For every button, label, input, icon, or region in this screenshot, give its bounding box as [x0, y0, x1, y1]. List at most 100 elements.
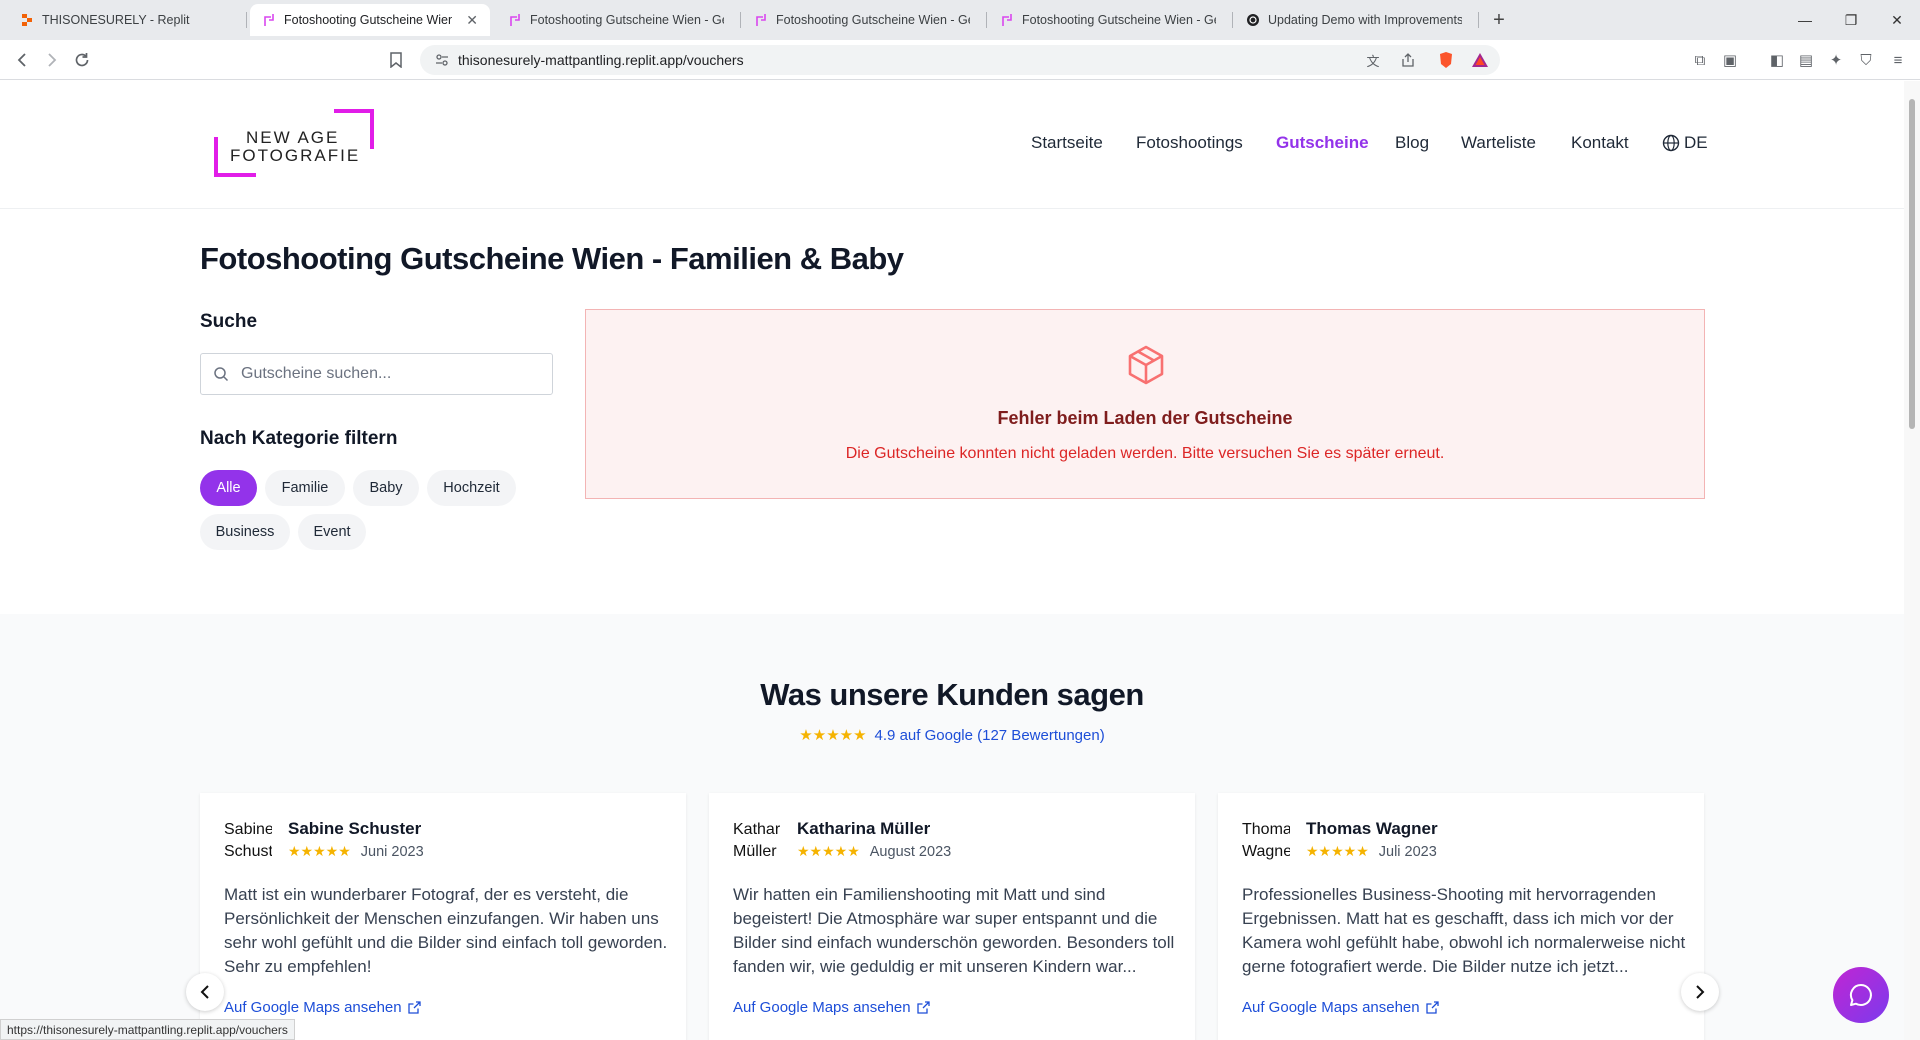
extensions-icon[interactable]: ⧉ — [1690, 50, 1710, 70]
page-scrollbar[interactable] — [1904, 81, 1920, 1040]
review-meta: ★★★★★ August 2023 — [797, 843, 951, 860]
google-maps-link-label: Auf Google Maps ansehen — [733, 999, 911, 1016]
avatar: Thomas Wagner — [1242, 821, 1290, 860]
reviewer-name: Sabine Schuster — [288, 819, 422, 838]
search-icon — [214, 367, 229, 382]
restore-icon[interactable]: ❐ — [1828, 0, 1874, 40]
nav-startseite[interactable]: Startseite — [1031, 133, 1103, 153]
browser-tab-active[interactable]: Fotoshooting Gutscheine Wien - ✕ — [250, 4, 490, 36]
nav-fotoshootings[interactable]: Fotoshootings — [1136, 133, 1243, 153]
translate-icon[interactable]: 文 — [1363, 50, 1383, 70]
logo-line1: NEW AGE — [246, 128, 340, 147]
browser-tab[interactable]: Fotoshooting Gutscheine Wien - Ges — [742, 4, 982, 36]
avatar: Sabine Schuster — [224, 821, 272, 860]
site-icon — [754, 13, 768, 27]
nav-gutscheine[interactable]: Gutscheine — [1276, 133, 1369, 153]
address-bar[interactable]: thisonesurely-mattpantling.replit.app/vo… — [420, 45, 1500, 75]
bookmark-icon[interactable] — [384, 48, 408, 72]
replit-icon — [20, 13, 34, 27]
google-rating-link[interactable]: 4.9 auf Google (127 Bewertungen) — [875, 727, 1105, 744]
site-icon — [508, 13, 522, 27]
back-icon[interactable] — [10, 48, 34, 72]
leo-ai-icon[interactable]: ✦ — [1826, 50, 1846, 70]
review-text: Matt ist ein wunderbarer Fotograf, der e… — [224, 885, 668, 976]
browser-tab[interactable]: Updating Demo with Improvements — [1234, 4, 1474, 36]
category-pill-hochzeit[interactable]: Hochzeit — [427, 470, 516, 506]
logo[interactable]: NEW AGE FOTOGRAFIE — [212, 108, 376, 178]
category-pill-event[interactable]: Event — [298, 514, 366, 550]
review-stars: ★★★★★ — [1306, 843, 1369, 859]
category-pill-alle[interactable]: Alle — [200, 470, 257, 506]
category-pill-baby[interactable]: Baby — [353, 470, 419, 506]
site-icon — [1000, 13, 1014, 27]
scrollbar-thumb[interactable] — [1909, 99, 1915, 429]
rating-stars: ★★★★★ — [799, 727, 867, 744]
review-text: Professionelles Business-Shooting mit he… — [1242, 885, 1686, 976]
search-label: Suche — [200, 311, 258, 332]
browser-tab[interactable]: THISONESURELY - Replit — [8, 4, 244, 36]
reviews-section: Was unsere Kunden sagen ★★★★★ 4.9 auf Go… — [0, 614, 1904, 1040]
search-input[interactable] — [241, 362, 541, 386]
reload-icon[interactable] — [70, 48, 94, 72]
google-maps-link-label: Auf Google Maps ansehen — [224, 999, 402, 1016]
nav-blog[interactable]: Blog — [1395, 133, 1429, 153]
review-meta: ★★★★★ Juli 2023 — [1306, 843, 1437, 860]
review-stars: ★★★★★ — [797, 843, 860, 859]
carousel-prev-button[interactable] — [186, 973, 224, 1011]
error-title: Fehler beim Laden der Gutscheine — [997, 408, 1293, 428]
google-maps-link[interactable]: Auf Google Maps ansehen — [224, 999, 421, 1016]
review-meta: ★★★★★ Juni 2023 — [288, 843, 424, 860]
brave-rewards-icon[interactable] — [1470, 50, 1490, 70]
tab-separator — [246, 12, 247, 28]
review-date: Juni 2023 — [360, 843, 424, 860]
status-bar-url: https://thisonesurely-mattpantling.repli… — [0, 1019, 295, 1040]
close-window-icon[interactable]: ✕ — [1874, 0, 1920, 40]
site-settings-icon[interactable] — [432, 50, 452, 70]
nav-warteliste[interactable]: Warteliste — [1461, 133, 1536, 153]
external-link-icon — [407, 1001, 421, 1014]
tab-search-icon[interactable]: ▣ — [1720, 50, 1740, 70]
browser-toolbar: thisonesurely-mattpantling.replit.app/vo… — [0, 40, 1920, 80]
brave-shield-icon[interactable] — [1436, 50, 1456, 70]
sidebar-icon[interactable]: ◧ — [1767, 50, 1787, 70]
google-maps-link[interactable]: Auf Google Maps ansehen — [1242, 999, 1439, 1016]
review-date: Juli 2023 — [1378, 843, 1437, 860]
menu-icon[interactable]: ≡ — [1888, 50, 1908, 70]
web-page: NEW AGE FOTOGRAFIE Startseite Fotoshooti… — [0, 81, 1904, 1040]
external-link-icon — [1425, 1001, 1439, 1014]
share-icon[interactable] — [1398, 50, 1418, 70]
vpn-icon[interactable]: ⛉ — [1856, 50, 1876, 70]
review-card: Thomas Wagner Thomas Wagner ★★★★★ Juli 2… — [1218, 793, 1704, 1040]
browser-tab[interactable]: Fotoshooting Gutscheine Wien - Ges — [496, 4, 736, 36]
tab-title: Fotoshooting Gutscheine Wien - Ges — [776, 13, 970, 27]
reviews-title: Was unsere Kunden sagen — [760, 677, 1144, 712]
chat-button[interactable] — [1833, 967, 1889, 1023]
review-date: August 2023 — [869, 843, 952, 860]
browser-tab[interactable]: Fotoshooting Gutscheine Wien - Ges — [988, 4, 1228, 36]
chevron-right-icon — [1696, 985, 1705, 999]
google-maps-link[interactable]: Auf Google Maps ansehen — [733, 999, 930, 1016]
reviews-summary: ★★★★★ 4.9 auf Google (127 Bewertungen) — [0, 726, 1904, 745]
new-tab-icon[interactable]: + — [1485, 6, 1513, 34]
openai-icon — [1246, 13, 1260, 27]
tab-title: Fotoshooting Gutscheine Wien - Ges — [1022, 13, 1216, 27]
language-switcher[interactable]: DE — [1662, 133, 1708, 153]
forward-icon[interactable] — [40, 48, 64, 72]
review-card: Sabine Schuster Sabine Schuster ★★★★★ Ju… — [200, 793, 686, 1040]
google-maps-link-label: Auf Google Maps ansehen — [1242, 999, 1420, 1016]
wallet-icon[interactable]: ▤ — [1796, 50, 1816, 70]
nav-kontakt[interactable]: Kontakt — [1571, 133, 1629, 153]
tab-separator — [1232, 12, 1233, 28]
tab-title: Fotoshooting Gutscheine Wien - — [284, 13, 453, 27]
reviewer-name: Katharina Müller — [797, 819, 931, 838]
close-tab-icon[interactable]: ✕ — [466, 12, 478, 29]
carousel-next-button[interactable] — [1681, 973, 1719, 1011]
category-filter-label: Nach Kategorie filtern — [200, 428, 398, 449]
minimize-icon[interactable]: — — [1782, 0, 1828, 40]
category-pill-business[interactable]: Business — [200, 514, 290, 550]
site-icon — [262, 13, 276, 27]
external-link-icon — [916, 1001, 930, 1014]
category-pill-familie[interactable]: Familie — [265, 470, 345, 506]
site-header: NEW AGE FOTOGRAFIE Startseite Fotoshooti… — [0, 81, 1904, 209]
review-stars: ★★★★★ — [288, 843, 351, 859]
